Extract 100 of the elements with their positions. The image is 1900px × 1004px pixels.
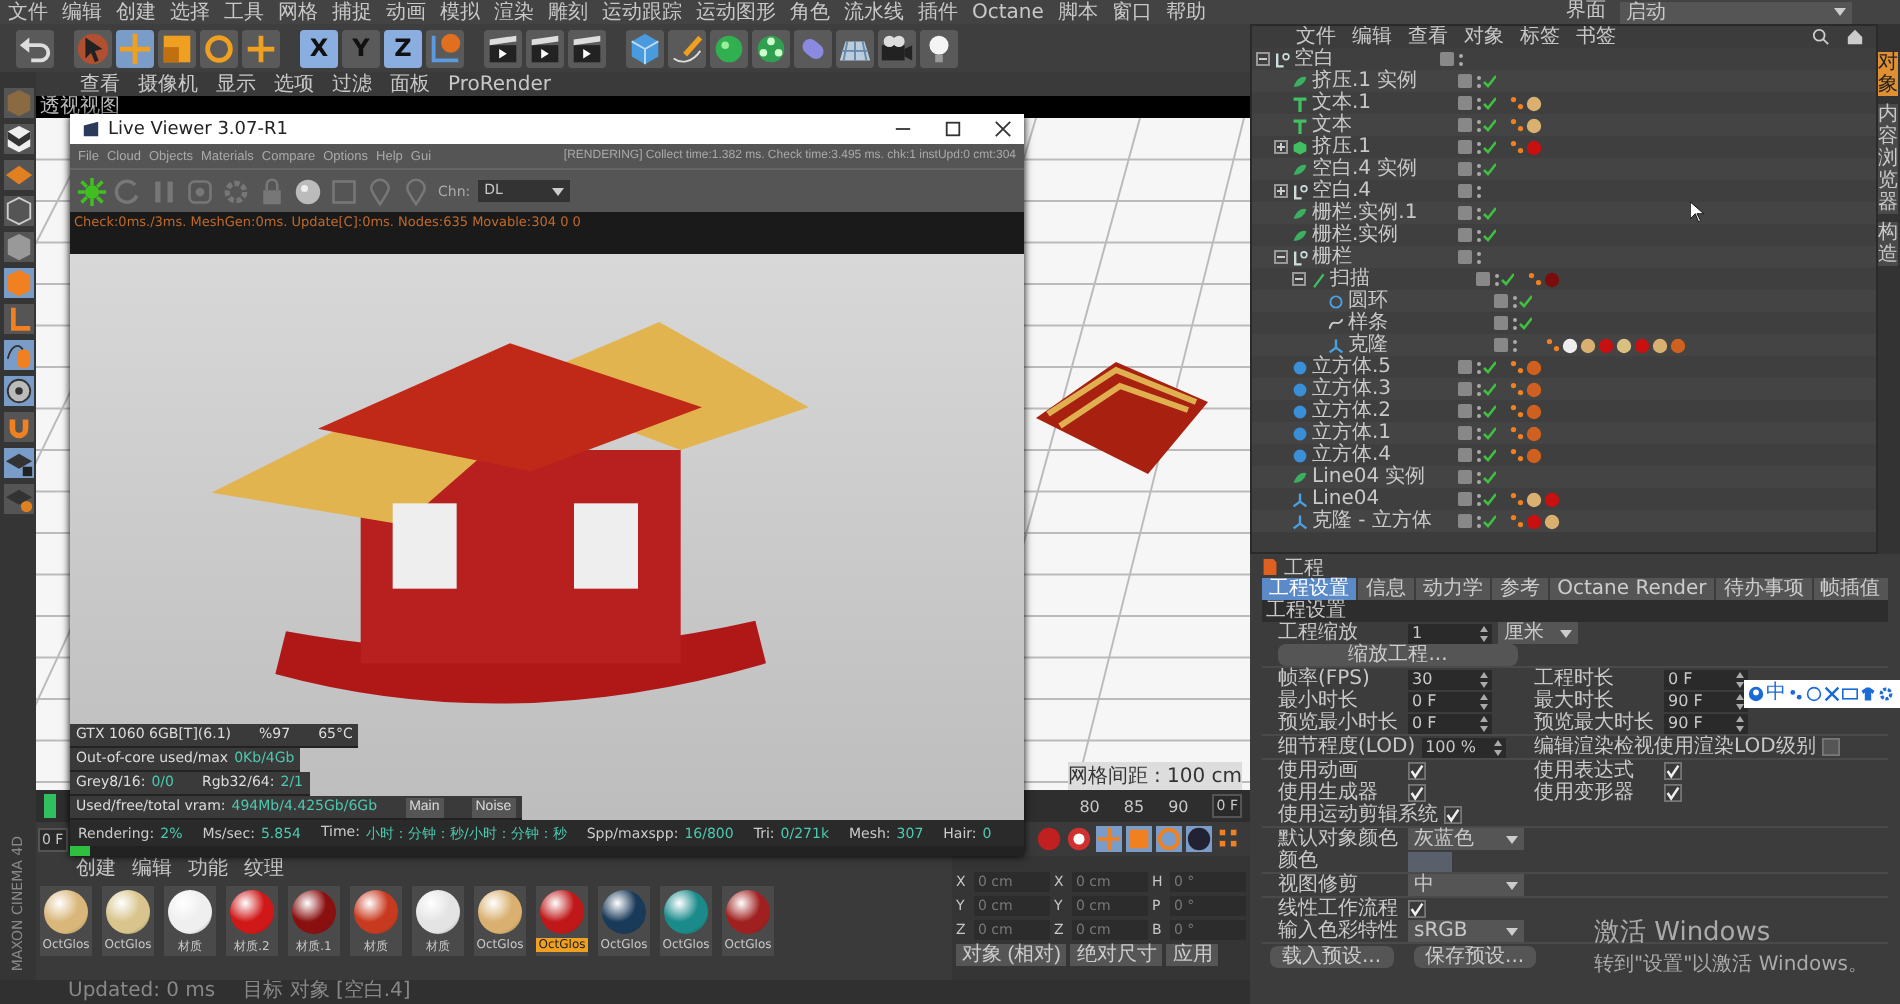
coordinate-button[interactable]: 对象 (相对) xyxy=(956,944,1067,966)
cube-icon[interactable] xyxy=(626,29,664,67)
magnet-icon[interactable] xyxy=(3,412,33,442)
axis-l-icon[interactable] xyxy=(3,304,33,334)
tab[interactable]: 参考 xyxy=(1492,578,1548,600)
object-row[interactable]: 文本 xyxy=(1252,114,1876,136)
menu-item[interactable]: 过滤 xyxy=(332,73,372,95)
pen-icon[interactable] xyxy=(668,29,706,67)
checkbox[interactable] xyxy=(1821,738,1840,756)
expander-icon[interactable] xyxy=(1256,52,1270,66)
restart-icon[interactable] xyxy=(114,177,142,205)
clapboard-icon[interactable] xyxy=(484,29,522,67)
menu-item[interactable]: ProRender xyxy=(448,73,551,95)
phong-tag-icon[interactable] xyxy=(1510,514,1524,528)
clapboard-icon[interactable] xyxy=(526,29,564,67)
tab[interactable]: 待办事项 xyxy=(1716,578,1811,600)
check-icon[interactable] xyxy=(1476,227,1496,243)
tab[interactable]: Octane Render xyxy=(1549,578,1715,600)
undo-icon[interactable] xyxy=(16,29,54,67)
object-row[interactable]: 挤压.1 实例 xyxy=(1252,70,1876,92)
cloner-icon[interactable] xyxy=(752,29,790,67)
check-icon[interactable] xyxy=(1476,513,1496,529)
spinner-icon[interactable] xyxy=(1736,715,1744,731)
number-field[interactable]: 90 F xyxy=(1664,713,1748,733)
world-axis-icon[interactable] xyxy=(426,29,464,67)
color-swatch[interactable] xyxy=(1408,851,1452,871)
scale-project-button[interactable]: 缩放工程... xyxy=(1278,644,1518,666)
material-tag-icon[interactable] xyxy=(1526,95,1542,111)
phong-tag-icon[interactable] xyxy=(1510,426,1524,440)
phong-tag-icon[interactable] xyxy=(1510,118,1524,132)
number-field[interactable]: 100 % xyxy=(1421,737,1506,757)
pointer-icon[interactable] xyxy=(74,29,112,67)
menu-item[interactable]: 创建 xyxy=(116,1,156,23)
menu-item[interactable]: 运动跟踪 xyxy=(602,1,682,23)
menu-item[interactable]: 工具 xyxy=(224,1,264,23)
spinner-icon[interactable] xyxy=(1736,671,1744,687)
check-icon[interactable] xyxy=(1476,73,1496,89)
number-field[interactable]: 0 F xyxy=(1408,713,1492,733)
side-tab[interactable]: 对象 xyxy=(1878,52,1898,96)
material-tag-icon[interactable] xyxy=(1562,337,1578,353)
tab[interactable]: 动力学 xyxy=(1415,578,1491,600)
grid-plane-icon[interactable] xyxy=(3,160,33,190)
side-tab[interactable]: 内容浏览器 xyxy=(1878,104,1898,214)
keyboard-icon[interactable] xyxy=(1842,686,1858,702)
dropdown[interactable]: 灰蓝色 xyxy=(1408,828,1524,850)
number-field[interactable]: 0 F xyxy=(1408,691,1492,711)
menu-item[interactable]: 脚本 xyxy=(1057,1,1098,23)
unit-dropdown[interactable]: 厘米 xyxy=(1498,622,1578,644)
menu-item[interactable]: 查看 xyxy=(80,73,120,95)
check-icon[interactable] xyxy=(1476,447,1496,463)
phong-tag-icon[interactable] xyxy=(1528,272,1542,286)
spinner-icon[interactable] xyxy=(1480,715,1488,731)
menu-item[interactable]: 动画 xyxy=(386,1,426,23)
menu-item[interactable]: 编辑 xyxy=(132,857,172,879)
maximize-icon[interactable] xyxy=(944,120,962,138)
check-icon[interactable] xyxy=(1476,403,1496,419)
wire-cube-icon[interactable] xyxy=(3,196,33,226)
close-icon[interactable] xyxy=(994,120,1012,138)
check-icon[interactable] xyxy=(1476,469,1496,485)
phong-tag-icon[interactable] xyxy=(1510,448,1524,462)
check-icon[interactable] xyxy=(1476,205,1496,221)
check-icon[interactable] xyxy=(1512,315,1532,331)
object-row[interactable]: 栅栏 xyxy=(1252,246,1876,268)
menu-item[interactable]: 捕捉 xyxy=(332,1,372,23)
check-icon[interactable] xyxy=(1476,161,1496,177)
camera-icon[interactable] xyxy=(878,29,916,67)
cube-icon[interactable] xyxy=(3,268,33,298)
object-row[interactable]: 空白.4 实例 xyxy=(1252,158,1876,180)
floor-icon[interactable] xyxy=(836,29,874,67)
check-icon[interactable] xyxy=(1494,271,1514,287)
deformer-icon[interactable] xyxy=(794,29,832,67)
material-tag-icon[interactable] xyxy=(1616,337,1632,353)
spinner-icon[interactable] xyxy=(1493,739,1502,755)
number-field[interactable]: 0 F xyxy=(1664,669,1748,689)
check-icon[interactable] xyxy=(1476,95,1496,111)
expander-icon[interactable] xyxy=(1292,272,1306,286)
menu-item[interactable]: 插件 xyxy=(918,1,958,23)
menu-item[interactable]: 文件 xyxy=(8,1,48,23)
material-tag-icon[interactable] xyxy=(1544,513,1560,529)
spinner-icon[interactable] xyxy=(1480,671,1488,687)
menu-item[interactable]: 帮助 xyxy=(1165,1,1206,23)
tab[interactable]: 帧插值 xyxy=(1813,578,1888,600)
move-icon[interactable] xyxy=(116,29,154,67)
object-row[interactable]: 克隆 - 立方体 xyxy=(1252,510,1876,532)
checkbox[interactable] xyxy=(1444,806,1462,824)
object-row[interactable]: 立方体.1 xyxy=(1252,422,1876,444)
axis-button[interactable]: X xyxy=(300,29,338,67)
phong-tag-icon[interactable] xyxy=(1510,492,1524,506)
menu-item[interactable]: 窗口 xyxy=(1111,1,1152,23)
check-icon[interactable] xyxy=(1476,117,1496,133)
number-field[interactable]: 1 xyxy=(1408,623,1492,643)
layout-dropdown[interactable]: 启动 xyxy=(1620,1,1852,23)
light-bulb-icon[interactable] xyxy=(920,29,958,67)
menu-item[interactable]: 渲染 xyxy=(494,1,534,23)
axis-button[interactable]: Z xyxy=(384,29,422,67)
tab[interactable]: 工程设置 xyxy=(1262,578,1357,600)
menu-item[interactable]: 书签 xyxy=(1576,26,1616,48)
menu-item[interactable]: 流水线 xyxy=(844,1,904,23)
menu-item[interactable]: 功能 xyxy=(188,857,228,879)
preset-button[interactable]: 载入预设... xyxy=(1270,946,1394,968)
